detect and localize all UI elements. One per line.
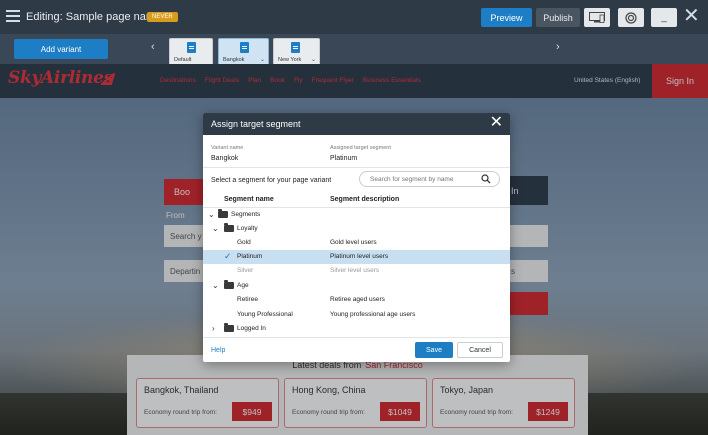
page-icon (187, 42, 196, 53)
segment-name: Loyalty (237, 225, 258, 232)
tree-row-silver[interactable]: Silver Silver level users (203, 264, 510, 278)
tree-row-young-professional[interactable]: Young Professional Young professional ag… (203, 308, 510, 322)
dialog-header: Assign target segment ✕ (203, 113, 510, 135)
chevron-down-icon[interactable]: ⌄ (212, 224, 219, 233)
segment-description: Platinum level users (330, 253, 389, 260)
dialog-title: Assign target segment (211, 119, 301, 129)
checkmark-icon: ✓ (224, 251, 232, 261)
tree-row-age[interactable]: ⌄ Age (203, 279, 510, 293)
page-icon (240, 42, 249, 53)
search-icon[interactable] (481, 174, 491, 184)
variant-label: Bangkok (223, 57, 245, 63)
tree-row-retiree[interactable]: Retiree Retiree aged users (203, 293, 510, 307)
tree-row-logged-in[interactable]: › Logged In (203, 322, 510, 336)
segment-name: Gold (237, 239, 251, 246)
chevron-right-icon[interactable]: › (212, 324, 215, 333)
segment-search-input[interactable] (360, 172, 478, 186)
tree-row-segments[interactable]: ⌄ Segments (203, 208, 510, 222)
variant-name-label: Variant name (211, 145, 244, 151)
segment-description: Gold level users (330, 239, 377, 246)
segment-name: Age (237, 282, 249, 289)
segment-name: Young Professional (237, 311, 293, 318)
segment-search[interactable] (359, 171, 500, 187)
chevron-down-icon[interactable]: ⌄ (260, 56, 265, 63)
chevron-down-icon[interactable]: ⌄ (212, 281, 219, 290)
variant-card-bangkok[interactable]: Bangkok ⌄ (218, 38, 269, 66)
assigned-segment-label: Assigned target segment (330, 145, 391, 151)
tree-row-gold[interactable]: Gold Gold level users (203, 236, 510, 250)
publish-button[interactable]: Publish (536, 8, 580, 27)
device-preview-icon[interactable] (584, 8, 610, 27)
folder-icon (218, 209, 228, 218)
col-segment-name: Segment name (224, 196, 274, 203)
editor-toolbar: Editing: Sample page name NEVER Preview … (0, 0, 708, 34)
save-button[interactable]: Save (415, 342, 453, 358)
assign-segment-dialog: Assign target segment ✕ Variant name Ban… (203, 113, 510, 362)
segment-description: Retiree aged users (330, 296, 385, 303)
chevron-down-icon[interactable]: ⌄ (311, 56, 316, 63)
add-variant-button[interactable]: Add variant (14, 39, 108, 59)
segment-name: Platinum (237, 253, 263, 260)
cancel-button[interactable]: Cancel (457, 342, 503, 358)
tree-row-platinum[interactable]: ✓ Platinum Platinum level users (203, 250, 510, 264)
segment-description: Young professional age users (330, 311, 416, 318)
segment-name: Silver (237, 267, 254, 274)
minimize-button[interactable]: _ (651, 8, 677, 27)
select-segment-prompt: Select a segment for your page variant (211, 177, 332, 184)
variant-bar: Add variant ‹ Default Bangkok ⌄ New York… (0, 34, 708, 66)
close-icon[interactable]: ✕ (490, 115, 503, 131)
folder-icon (224, 223, 234, 232)
variant-card-default[interactable]: Default (169, 38, 213, 66)
tree-row-loyalty[interactable]: ⌄ Loyalty (203, 222, 510, 236)
help-link[interactable]: Help (211, 347, 225, 354)
segment-name: Logged In (237, 325, 266, 332)
variant-name-value: Bangkok (211, 155, 239, 162)
target-icon[interactable] (618, 8, 644, 27)
segment-name: Segments (231, 211, 261, 218)
close-editor-icon[interactable]: ✕ (683, 6, 700, 26)
chevron-left-icon[interactable]: ‹ (151, 41, 155, 53)
segment-description: Silver level users (330, 267, 380, 274)
variant-label: Default (174, 57, 192, 63)
editing-title: Editing: Sample page name (26, 11, 162, 23)
variant-label: New York (278, 57, 302, 63)
chevron-down-icon[interactable]: ⌄ (208, 210, 215, 219)
preview-button[interactable]: Preview (481, 8, 532, 27)
hamburger-menu-icon[interactable] (6, 10, 20, 22)
assigned-segment-value: Platinum (330, 155, 358, 162)
folder-icon (224, 280, 234, 289)
variant-card-new-york[interactable]: New York ⌄ (273, 38, 320, 66)
folder-icon (224, 323, 234, 332)
col-segment-description: Segment description (330, 196, 400, 203)
status-badge: NEVER (147, 12, 178, 22)
page-icon (291, 42, 300, 53)
chevron-right-icon[interactable]: › (556, 41, 560, 53)
segment-name: Retiree (237, 296, 258, 303)
